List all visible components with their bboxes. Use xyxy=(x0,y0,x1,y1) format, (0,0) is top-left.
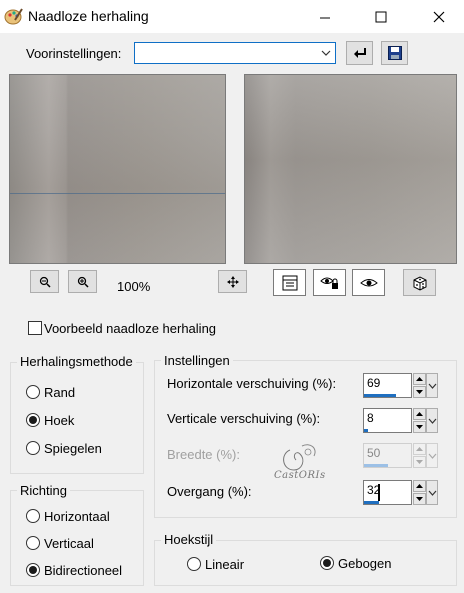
dice-icon xyxy=(413,275,426,291)
text-caret xyxy=(378,484,380,501)
triangle-up-icon[interactable] xyxy=(413,480,426,492)
triangle-down-icon[interactable] xyxy=(413,421,426,433)
chevron-down-icon xyxy=(428,453,436,459)
method-radio-spiegelen[interactable] xyxy=(26,441,40,455)
settings-group-title: Instellingen xyxy=(161,353,233,368)
source-preview[interactable] xyxy=(9,74,226,264)
reset-preset-button[interactable] xyxy=(346,41,373,65)
zoom-in-icon xyxy=(77,276,89,288)
width-bar xyxy=(364,464,388,467)
pan-button[interactable] xyxy=(218,270,247,293)
chevron-down-icon xyxy=(428,418,436,424)
maximize-button[interactable] xyxy=(358,0,404,33)
radio-selected-dot xyxy=(29,416,37,424)
maximize-icon xyxy=(375,11,387,22)
panel-list-icon xyxy=(282,275,297,290)
seamless-preview-checkbox[interactable] xyxy=(28,321,42,335)
method-label-rand[interactable]: Rand xyxy=(44,385,75,400)
width-dropdown xyxy=(426,443,438,468)
method-label-hoek[interactable]: Hoek xyxy=(44,413,74,428)
chevron-down-icon[interactable] xyxy=(318,44,334,62)
watermark-text: CastORIs xyxy=(274,470,326,481)
direction-radio-horizontaal[interactable] xyxy=(26,509,40,523)
randomize-button[interactable] xyxy=(403,269,436,296)
corner-radio-gebogen[interactable] xyxy=(320,556,334,570)
proof-preview-button[interactable] xyxy=(313,269,346,296)
vertical-offset-label: Verticale verschuiving (%): xyxy=(167,411,321,426)
method-group-title: Herhalingsmethode xyxy=(17,354,136,369)
auto-proof-button[interactable] xyxy=(352,269,385,296)
zoom-level: 100% xyxy=(117,279,151,294)
transition-label: Overgang (%): xyxy=(167,484,252,499)
triangle-up-icon[interactable] xyxy=(413,373,426,385)
vertical-offset-bar[interactable] xyxy=(364,429,368,432)
horizontal-offset-stepper[interactable] xyxy=(413,373,426,398)
method-label-spiegelen[interactable]: Spiegelen xyxy=(44,441,102,456)
transition-spinner[interactable]: 32 xyxy=(363,480,412,505)
direction-label-bidirectioneel[interactable]: Bidirectioneel xyxy=(44,563,122,578)
preview-guide-line xyxy=(10,193,225,194)
save-disk-icon xyxy=(387,46,402,60)
eye-icon xyxy=(359,278,378,286)
seamless-preview-label[interactable]: Voorbeeld naadloze herhaling xyxy=(44,321,216,336)
vertical-offset-dropdown[interactable] xyxy=(426,408,438,433)
result-preview xyxy=(244,74,457,264)
horizontal-offset-bar[interactable] xyxy=(364,394,396,397)
width-spinner: 50 xyxy=(363,443,412,468)
zoom-in-button[interactable] xyxy=(68,270,97,293)
transition-dropdown[interactable] xyxy=(426,480,438,505)
direction-radio-verticaal[interactable] xyxy=(26,536,40,550)
horizontal-offset-spinner[interactable]: 69 xyxy=(363,373,412,398)
transition-stepper[interactable] xyxy=(413,480,426,505)
move-arrows-icon xyxy=(226,275,239,288)
direction-group-title: Richting xyxy=(17,483,70,498)
save-preset-button[interactable] xyxy=(381,41,408,65)
corner-radio-lineair[interactable] xyxy=(187,557,201,571)
direction-radio-bidirectioneel[interactable] xyxy=(26,563,40,577)
triangle-down-icon xyxy=(413,456,426,468)
chevron-down-icon xyxy=(428,383,436,389)
corner-style-group-title: Hoekstijl xyxy=(161,532,217,547)
minimize-icon xyxy=(320,17,330,18)
zoom-out-icon xyxy=(39,276,51,288)
triangle-down-icon[interactable] xyxy=(413,386,426,398)
horizontal-offset-dropdown[interactable] xyxy=(426,373,438,398)
corner-label-gebogen[interactable]: Gebogen xyxy=(338,556,392,571)
presets-label: Voorinstellingen: xyxy=(26,46,122,61)
eye-lock-icon xyxy=(319,277,338,289)
minimize-button[interactable] xyxy=(302,0,348,33)
undo-arrow-icon xyxy=(353,48,366,58)
chevron-down-icon xyxy=(428,490,436,496)
window-title: Naadloze herhaling xyxy=(28,8,149,24)
direction-label-horizontaal[interactable]: Horizontaal xyxy=(44,509,110,524)
method-radio-rand[interactable] xyxy=(26,385,40,399)
triangle-up-icon[interactable] xyxy=(413,408,426,420)
width-label: Breedte (%): xyxy=(167,447,240,462)
direction-label-verticaal[interactable]: Verticaal xyxy=(44,536,94,551)
method-radio-hoek[interactable] xyxy=(26,413,40,427)
triangle-up-icon xyxy=(413,443,426,455)
zoom-out-button[interactable] xyxy=(30,270,59,293)
triangle-down-icon[interactable] xyxy=(413,493,426,505)
toggle-panel-button[interactable] xyxy=(273,269,306,296)
watermark-logo: CastORIs xyxy=(272,440,334,486)
presets-dropdown[interactable] xyxy=(134,42,336,64)
close-button[interactable] xyxy=(416,0,462,33)
corner-label-lineair[interactable]: Lineair xyxy=(205,557,244,572)
app-icon xyxy=(4,6,24,26)
width-stepper xyxy=(413,443,426,468)
close-icon xyxy=(433,11,445,22)
transition-bar[interactable] xyxy=(364,501,379,504)
horizontal-offset-label: Horizontale verschuiving (%): xyxy=(167,376,337,391)
vertical-offset-stepper[interactable] xyxy=(413,408,426,433)
vertical-offset-spinner[interactable]: 8 xyxy=(363,408,412,433)
radio-selected-dot xyxy=(29,566,37,574)
vertical-offset-input[interactable]: 8 xyxy=(363,408,412,433)
radio-selected-dot xyxy=(323,559,331,567)
